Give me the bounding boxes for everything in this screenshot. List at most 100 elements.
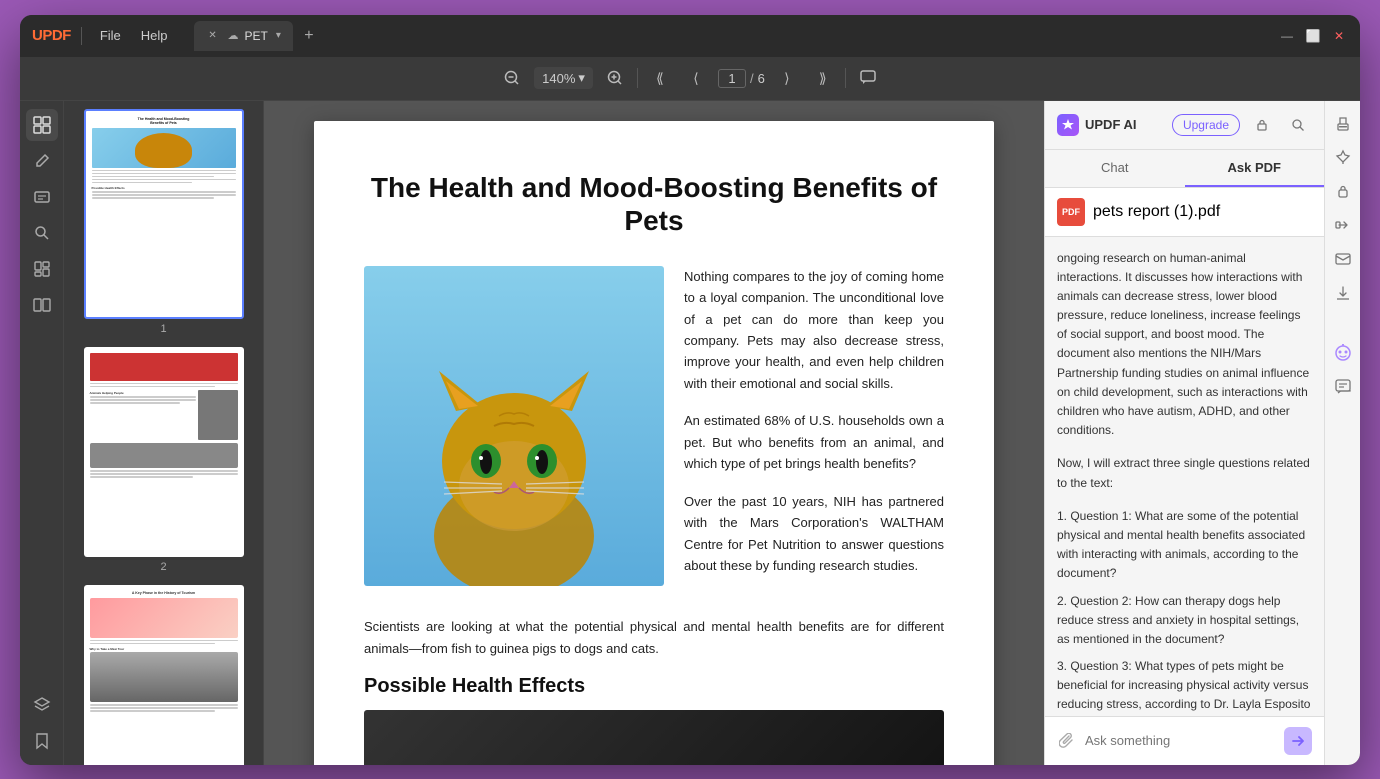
thumbnail-label-1: 1 — [160, 323, 166, 335]
thumbnail-label-2: 2 — [160, 561, 166, 573]
pdf-viewer[interactable]: The Health and Mood-Boosting Benefits of… — [264, 101, 1044, 765]
ai-logo: UPDF AI — [1057, 114, 1137, 136]
close-button[interactable]: ✕ — [1330, 27, 1348, 45]
toolbar: 140% ▾ ⟪ ⟨ / 6 ⟩ ⟫ — [20, 57, 1360, 101]
share-icon[interactable] — [1329, 211, 1357, 239]
ai-message-2: Now, I will extract three single questio… — [1057, 454, 1312, 492]
ai-file-name: pets report (1).pdf — [1093, 203, 1220, 221]
ai-question-3: 3. Question 3: What types of pets might … — [1057, 657, 1312, 715]
search-ai-icon[interactable] — [1284, 111, 1312, 139]
thumbnail-3[interactable]: A Key Phase in the History of Tourism Wh… — [72, 585, 255, 765]
sidebar-organize-icon[interactable] — [26, 253, 58, 285]
page-nav: / 6 — [718, 69, 765, 88]
ai-logo-icon — [1057, 114, 1079, 136]
mail-icon[interactable] — [1329, 245, 1357, 273]
sidebar-thumbnails-icon[interactable] — [26, 109, 58, 141]
zoom-display[interactable]: 140% ▾ — [534, 67, 593, 89]
sidebar-bookmark-icon[interactable] — [26, 725, 58, 757]
ai-logo-text: UPDF AI — [1085, 117, 1137, 132]
pdf-text-column: Nothing compares to the joy of coming ho… — [684, 266, 944, 593]
thumbnail-2[interactable]: Animals Helping People — [72, 347, 255, 573]
file-menu[interactable]: File — [92, 24, 129, 47]
thumbnail-panel: The Health and Mood-BoostingBenefits of … — [64, 101, 264, 765]
minimize-button[interactable]: — — [1278, 27, 1296, 45]
sidebar-compare-icon[interactable] — [26, 289, 58, 321]
next-page-button[interactable]: ⟩ — [773, 64, 801, 92]
tab-add-button[interactable]: + — [297, 24, 321, 48]
ai-question-2: 2. Question 2: How can therapy dogs help… — [1057, 592, 1312, 650]
tab-cloud-icon: ☁ — [228, 29, 239, 42]
pdf-paragraph-4: Scientists are looking at what the poten… — [364, 616, 944, 659]
ai-question-1: 1. Question 1: What are some of the pote… — [1057, 507, 1312, 584]
prev-page-button[interactable]: ⟨ — [682, 64, 710, 92]
help-menu[interactable]: Help — [133, 24, 176, 47]
pdf-page: The Health and Mood-Boosting Benefits of… — [314, 121, 994, 765]
download-icon[interactable] — [1329, 279, 1357, 307]
sidebar-search-icon[interactable] — [26, 217, 58, 249]
ai-input-bar — [1045, 716, 1324, 765]
ai-message-1: ongoing research on human-animal interac… — [1057, 249, 1312, 441]
left-sidebar — [20, 101, 64, 765]
lock-icon — [1248, 111, 1276, 139]
toolbar-separator-1 — [637, 68, 638, 88]
maximize-button[interactable]: ⬜ — [1304, 27, 1322, 45]
pdf-bottom-image — [364, 710, 944, 764]
zoom-in-button[interactable] — [601, 64, 629, 92]
chat-sidebar-icon[interactable] — [1329, 373, 1357, 401]
app-logo: UPDF — [32, 27, 71, 44]
pdf-content-row: Nothing compares to the joy of coming ho… — [364, 266, 944, 593]
pdf-title: The Health and Mood-Boosting Benefits of… — [364, 171, 944, 238]
ai-attach-icon[interactable] — [1057, 731, 1077, 751]
toolbar-separator-2 — [845, 68, 846, 88]
app-window: UPDF File Help ✕ ☁ PET ▾ + — ⬜ ✕ — [20, 15, 1360, 765]
tab-bar: ✕ ☁ PET ▾ + — [194, 21, 1268, 51]
main-content: The Health and Mood-BoostingBenefits of … — [20, 101, 1360, 765]
thumbnail-img-1: The Health and Mood-BoostingBenefits of … — [84, 109, 244, 319]
ai-panel: UPDF AI Upgrade — [1044, 101, 1324, 765]
comment-button[interactable] — [854, 64, 882, 92]
tab-chat[interactable]: Chat — [1045, 150, 1185, 187]
zoom-out-button[interactable] — [498, 64, 526, 92]
pdf-section-title: Possible Health Effects — [364, 675, 944, 698]
cat-image — [364, 266, 664, 586]
window-controls: — ⬜ ✕ — [1278, 27, 1348, 45]
page-separator: / — [750, 71, 754, 86]
pdf-paragraph-3: Over the past 10 years, NIH has partnere… — [684, 491, 944, 577]
ai-message-2-text: Now, I will extract three single questio… — [1057, 456, 1310, 489]
pdf-paragraph-1: Nothing compares to the joy of coming ho… — [684, 266, 944, 395]
ai-send-button[interactable] — [1284, 727, 1312, 755]
print-icon[interactable] — [1329, 109, 1357, 137]
upgrade-button[interactable]: Upgrade — [1172, 114, 1240, 136]
zoom-level: 140% — [542, 71, 575, 86]
ai-message-1-text: ongoing research on human-animal interac… — [1057, 251, 1309, 438]
total-pages: 6 — [758, 71, 765, 86]
thumbnail-img-2: Animals Helping People — [84, 347, 244, 557]
tab-pet[interactable]: ✕ ☁ PET ▾ — [194, 21, 293, 51]
sidebar-layers-icon[interactable] — [26, 689, 58, 721]
thumbnail-1[interactable]: The Health and Mood-BoostingBenefits of … — [72, 109, 255, 335]
thumbnail-img-3: A Key Phase in the History of Tourism Wh… — [84, 585, 244, 765]
sidebar-edit-icon[interactable] — [26, 145, 58, 177]
sidebar-annotate-icon[interactable] — [26, 181, 58, 213]
lock-sidebar-icon[interactable] — [1329, 177, 1357, 205]
pdf-file-icon: PDF — [1057, 198, 1085, 226]
pdf-paragraph-2: An estimated 68% of U.S. households own … — [684, 410, 944, 474]
title-bar-menu: File Help — [92, 24, 176, 47]
zoom-dropdown-icon: ▾ — [578, 70, 585, 86]
ai-bot-icon[interactable] — [1329, 339, 1357, 367]
first-page-button[interactable]: ⟪ — [646, 64, 674, 92]
ai-panel-header: UPDF AI Upgrade — [1045, 101, 1324, 150]
ai-chat-content: ongoing research on human-animal interac… — [1045, 237, 1324, 716]
pin-icon[interactable] — [1329, 143, 1357, 171]
tab-close-btn[interactable]: ✕ — [206, 29, 220, 43]
ai-input-field[interactable] — [1085, 733, 1276, 748]
last-page-button[interactable]: ⟫ — [809, 64, 837, 92]
tab-dropdown-icon: ▾ — [276, 30, 281, 41]
title-bar: UPDF File Help ✕ ☁ PET ▾ + — ⬜ ✕ — [20, 15, 1360, 57]
tab-label: PET — [245, 29, 268, 43]
tab-ask-pdf[interactable]: Ask PDF — [1185, 150, 1325, 187]
ai-tabs: Chat Ask PDF — [1045, 150, 1324, 188]
right-sidebar — [1324, 101, 1360, 765]
page-input[interactable] — [718, 69, 746, 88]
app-name: UPDF — [32, 27, 71, 44]
